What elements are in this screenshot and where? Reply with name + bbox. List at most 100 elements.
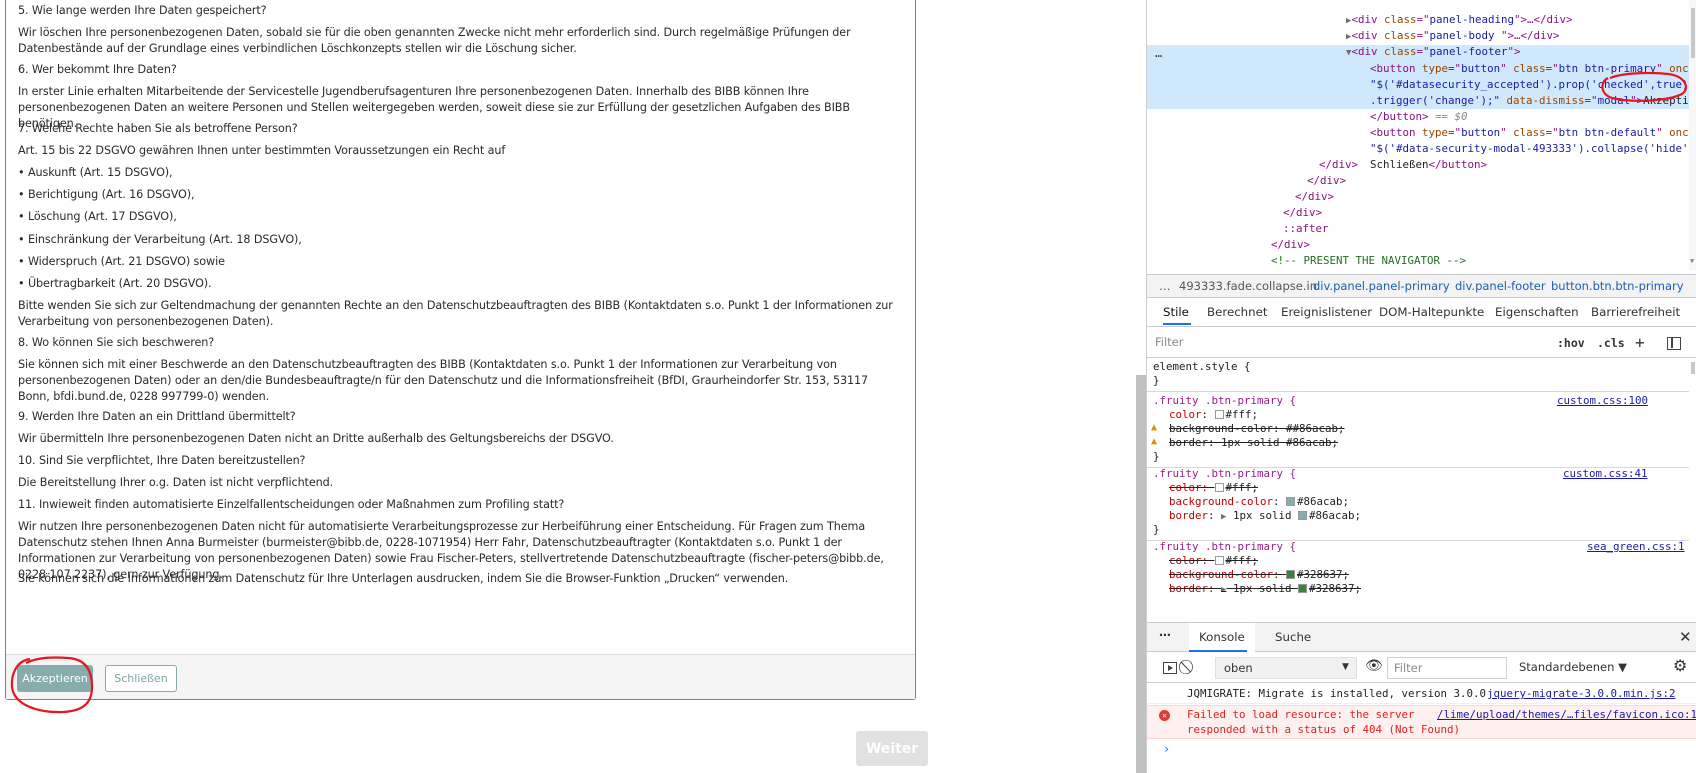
css-declaration[interactable]: background-color: #86acab; bbox=[1169, 495, 1349, 510]
privacy-text-body: 5. Wie lange werden Ihre Daten gespeiche… bbox=[18, 0, 908, 654]
active-tab-indicator bbox=[1163, 323, 1191, 325]
warning-icon: ▲ bbox=[1151, 422, 1158, 433]
tab-event-listeners[interactable]: Ereignislistener bbox=[1281, 305, 1372, 319]
css-source-link[interactable]: custom.css:41 bbox=[1563, 467, 1648, 480]
breadcrumb-item[interactable]: div.panel-footer bbox=[1455, 279, 1546, 293]
console-prompt-icon[interactable]: › bbox=[1163, 742, 1170, 756]
privacy-paragraph: • Löschung (Art. 17 DSGVO), bbox=[18, 210, 177, 223]
privacy-paragraph: 8. Wo können Sie sich beschweren? bbox=[18, 336, 215, 349]
context-selector[interactable]: oben ▼ bbox=[1215, 657, 1357, 679]
console-error-message: ✕ Failed to load resource: the server /l… bbox=[1147, 705, 1696, 739]
next-button[interactable]: Weiter bbox=[856, 731, 928, 766]
tab-accessibility[interactable]: Barrierefreiheit bbox=[1591, 305, 1680, 319]
css-declaration-overridden[interactable]: border: ▶ 1px solid #328637; bbox=[1169, 582, 1361, 598]
tab-properties[interactable]: Eigenschaften bbox=[1495, 305, 1579, 319]
dom-line[interactable]: </div> bbox=[1307, 173, 1346, 189]
privacy-paragraph: 7. Welche Rechte haben Sie als betroffen… bbox=[18, 122, 298, 135]
tab-dom-breakpoints[interactable]: DOM-Haltepunkte bbox=[1379, 305, 1484, 319]
error-icon: ✕ bbox=[1159, 710, 1170, 721]
dom-breadcrumb: … 493333.fade.collapse.in div.panel.pane… bbox=[1147, 274, 1696, 298]
color-swatch[interactable] bbox=[1214, 410, 1224, 419]
hover-state-toggle[interactable]: :hov bbox=[1557, 336, 1585, 350]
css-rule-selector[interactable]: .fruity .btn-primary { bbox=[1153, 540, 1296, 555]
css-declaration[interactable]: border: ▶ 1px solid #86acab; bbox=[1169, 509, 1361, 525]
styles-filter-bar: Filter :hov .cls + bbox=[1147, 331, 1696, 358]
privacy-paragraph: • Übertragbarkeit (Art. 20 DSGVO). bbox=[18, 277, 212, 290]
css-declaration[interactable]: color: #fff; bbox=[1169, 408, 1258, 423]
rule-end: } bbox=[1153, 374, 1160, 387]
styles-scrollbar-thumb[interactable] bbox=[1691, 362, 1695, 374]
console-source-link[interactable]: jquery-migrate-3.0.0.min.js:2 bbox=[1487, 687, 1676, 700]
color-swatch[interactable] bbox=[1286, 497, 1296, 506]
console-error-text: responded with a status of 404 (Not Foun… bbox=[1187, 723, 1461, 736]
tab-console[interactable]: Konsole bbox=[1189, 623, 1255, 652]
new-rule-icon[interactable]: + bbox=[1635, 333, 1645, 352]
privacy-paragraph: • Einschränkung der Verarbeitung (Art. 1… bbox=[18, 233, 302, 246]
color-swatch[interactable] bbox=[1297, 511, 1307, 520]
drawer-menu-icon[interactable]: ⋯ bbox=[1159, 628, 1171, 642]
privacy-paragraph: Bitte wenden Sie sich zur Geltendmachung… bbox=[18, 299, 893, 328]
dom-scrollbar-thumb[interactable] bbox=[1691, 8, 1695, 58]
dom-line[interactable]: </div> bbox=[1319, 157, 1358, 173]
rule-end: } bbox=[1153, 523, 1160, 536]
dom-comment-line[interactable]: <!-- PRESENT THE NAVIGATOR --> bbox=[1271, 253, 1466, 269]
css-rule-selector[interactable]: .fruity .btn-primary { bbox=[1153, 394, 1296, 409]
privacy-paragraph: Wir löschen Ihre personenbezogenen Daten… bbox=[18, 26, 851, 55]
annotation-circle-akzeptieren bbox=[1601, 71, 1687, 102]
tab-computed[interactable]: Berechnet bbox=[1207, 305, 1268, 319]
live-expression-eye-icon[interactable]: 👁 bbox=[1365, 658, 1383, 674]
expand-triangle-icon[interactable]: ▶ bbox=[1221, 585, 1226, 595]
privacy-paragraph: Die Bereitstellung Ihrer o.g. Daten ist … bbox=[18, 476, 334, 489]
active-tab-indicator bbox=[1189, 650, 1247, 652]
tab-styles[interactable]: Stile bbox=[1163, 305, 1189, 319]
scroll-down-arrow-icon[interactable]: ▼ bbox=[1690, 257, 1694, 265]
css-declaration-invalid[interactable]: border: 1px solid #86acab; bbox=[1169, 436, 1338, 451]
close-drawer-icon[interactable]: ✕ bbox=[1679, 628, 1692, 646]
console-source-link[interactable]: /lime/upload/themes/…files/favicon.ico:1 bbox=[1437, 708, 1696, 721]
color-swatch[interactable] bbox=[1214, 556, 1224, 565]
breadcrumb-overflow-icon[interactable]: … bbox=[1159, 279, 1171, 293]
css-source-link[interactable]: sea_green.css:1 bbox=[1587, 540, 1685, 553]
gear-icon[interactable]: ⚙ bbox=[1673, 656, 1687, 675]
rule-divider bbox=[1147, 391, 1689, 392]
dom-line[interactable]: </div> bbox=[1295, 189, 1334, 205]
breadcrumb-item-current[interactable]: button.btn.btn-primary bbox=[1551, 279, 1684, 293]
css-declaration-invalid[interactable]: background-color: ##86acab; bbox=[1169, 422, 1345, 437]
styles-filter-input[interactable]: Filter bbox=[1155, 335, 1183, 349]
survey-page: 5. Wie lange werden Ihre Daten gespeiche… bbox=[0, 0, 1136, 773]
dom-line[interactable]: </div> bbox=[1271, 237, 1310, 253]
privacy-paragraph: 5. Wie lange werden Ihre Daten gespeiche… bbox=[18, 4, 267, 17]
context-selector-value: oben bbox=[1224, 661, 1253, 675]
breadcrumb-item[interactable]: div.panel.panel-primary bbox=[1313, 279, 1450, 293]
color-swatch[interactable] bbox=[1214, 483, 1224, 492]
element-style-rule[interactable]: element.style { bbox=[1153, 360, 1251, 375]
tab-search[interactable]: Suche bbox=[1275, 630, 1311, 644]
privacy-paragraph: 9. Werden Ihre Daten an ein Drittland üb… bbox=[18, 410, 296, 423]
devtools-panel: … ▶<div class="panel-heading">…</div> ▶<… bbox=[1146, 0, 1696, 773]
privacy-paragraph: • Widerspruch (Art. 21 DSGVO) sowie bbox=[18, 255, 225, 268]
show-sidebar-icon[interactable] bbox=[1163, 662, 1177, 674]
privacy-paragraph: Sie können sich mit einer Beschwerde an … bbox=[18, 358, 869, 403]
privacy-paragraph: Wir übermitteln Ihre personenbezogenen D… bbox=[18, 432, 614, 445]
css-rule-selector[interactable]: .fruity .btn-primary { bbox=[1153, 467, 1296, 482]
css-declaration-overridden[interactable]: background-color: #328637; bbox=[1169, 568, 1349, 583]
color-swatch[interactable] bbox=[1297, 584, 1307, 593]
expand-triangle-icon[interactable]: ▶ bbox=[1221, 512, 1226, 522]
warning-icon: ▲ bbox=[1151, 436, 1158, 447]
breadcrumb-item[interactable]: 493333.fade.collapse.in bbox=[1179, 279, 1317, 293]
dom-line[interactable]: </div> bbox=[1283, 205, 1322, 221]
page-scrollbar-thumb[interactable] bbox=[1136, 375, 1146, 773]
css-source-link[interactable]: custom.css:100 bbox=[1557, 394, 1648, 407]
close-button[interactable]: Schließen bbox=[105, 665, 177, 692]
node-actions-icon[interactable]: … bbox=[1155, 46, 1162, 60]
css-declaration-overridden[interactable]: color: #fff; bbox=[1169, 554, 1258, 569]
toggle-sidebar-icon[interactable] bbox=[1667, 337, 1681, 350]
console-filter-input[interactable]: Filter bbox=[1387, 657, 1507, 679]
color-swatch[interactable] bbox=[1286, 570, 1296, 579]
css-declaration-overridden[interactable]: color: #fff; bbox=[1169, 481, 1258, 496]
privacy-panel: 5. Wie lange werden Ihre Daten gespeiche… bbox=[5, 0, 916, 700]
class-toggle[interactable]: .cls bbox=[1597, 336, 1625, 350]
dom-line[interactable]: ::after bbox=[1283, 221, 1329, 237]
log-levels-dropdown[interactable]: Standardebenen ▼ bbox=[1519, 660, 1627, 674]
rule-end: } bbox=[1153, 450, 1160, 463]
